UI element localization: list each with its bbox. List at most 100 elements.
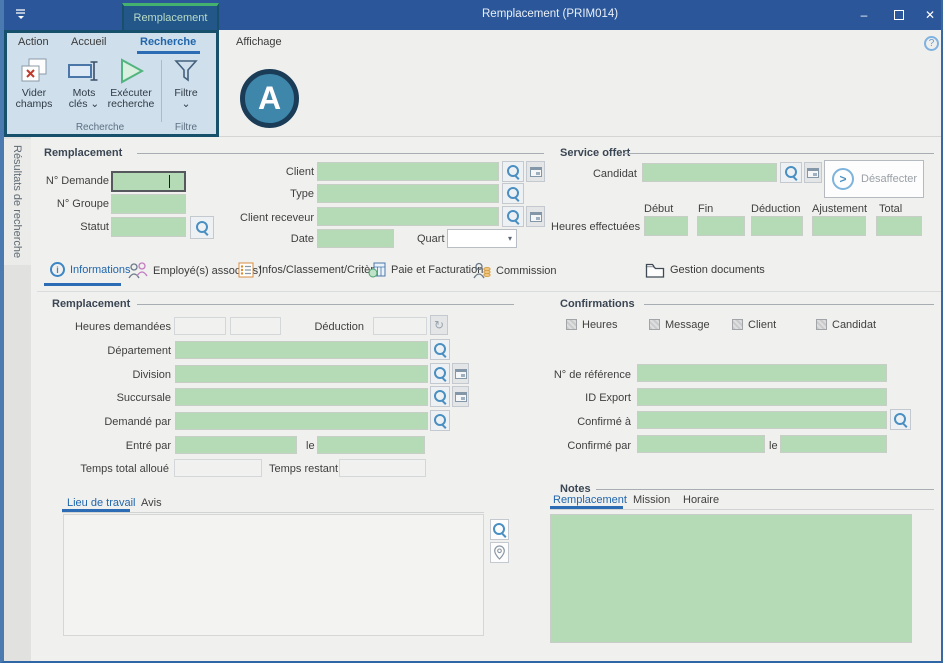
confirme-a-search-button[interactable] <box>890 409 911 430</box>
heures-checkbox-label: Heures <box>582 319 617 332</box>
ribbon-tab-recherche[interactable]: Recherche <box>140 36 196 48</box>
mots-cles-button[interactable]: Mots clés ⌄ <box>60 57 108 110</box>
demande-par-input[interactable] <box>175 412 428 430</box>
search-icon <box>195 220 210 235</box>
notes-textarea[interactable] <box>550 514 912 643</box>
type-search-button[interactable] <box>502 183 524 204</box>
message-checkbox[interactable] <box>649 319 660 330</box>
candidat-search-button[interactable] <box>780 162 802 183</box>
departement-search-button[interactable] <box>430 339 450 360</box>
entre-par-input[interactable] <box>175 436 297 454</box>
client-input[interactable] <box>317 162 499 181</box>
heures-checkbox[interactable] <box>566 319 577 330</box>
id-export-input[interactable] <box>637 388 887 406</box>
lieu-search-button[interactable] <box>490 519 509 540</box>
client-receveur-search-button[interactable] <box>502 206 524 227</box>
tab-avis[interactable]: Avis <box>141 497 162 509</box>
notes-tab-remplacement[interactable]: Remplacement <box>553 494 627 506</box>
tab-infos-label: Infos/Classement/Critères <box>259 264 386 276</box>
help-icon[interactable] <box>924 36 939 51</box>
tab-infos-classement[interactable]: Infos/Classement/Critères <box>238 262 386 278</box>
tab-informations[interactable]: Informations <box>50 262 131 277</box>
demande-par-search-button[interactable] <box>430 410 450 431</box>
ribbon-tab-accueil[interactable]: Accueil <box>71 36 106 48</box>
search-icon <box>784 165 799 180</box>
message-checkbox-label: Message <box>665 319 710 332</box>
quick-access-icon[interactable] <box>14 8 28 26</box>
statut-search-button[interactable] <box>190 216 214 239</box>
deduction-input[interactable] <box>373 317 427 335</box>
client-open-button[interactable] <box>526 161 545 182</box>
heures-demandees-input-1[interactable] <box>174 317 226 335</box>
confirme-le-label: le <box>769 440 778 453</box>
lieu-de-travail-panel[interactable] <box>63 514 484 636</box>
heures-total-input[interactable] <box>876 216 922 236</box>
mots-cles-label2: clés ⌄ <box>69 99 99 110</box>
deduction-refresh-button[interactable]: ↻ <box>430 315 448 335</box>
text-caret <box>169 175 170 188</box>
no-groupe-input[interactable] <box>111 194 186 214</box>
division-open-button[interactable] <box>452 363 469 384</box>
minimize-button[interactable]: – <box>849 0 879 30</box>
heures-fin-input[interactable] <box>697 216 745 236</box>
tab-paie-facturation[interactable]: Paie et Facturation <box>368 262 483 278</box>
candidat-checkbox[interactable] <box>816 319 827 330</box>
client-checkbox[interactable] <box>732 319 743 330</box>
temps-total-input[interactable] <box>174 459 262 477</box>
candidat-open-button[interactable] <box>804 162 822 183</box>
search-icon <box>506 186 521 201</box>
heures-deduction-input[interactable] <box>751 216 803 236</box>
succursale-open-button[interactable] <box>452 386 469 407</box>
results-sidebar[interactable]: Résultats de recherche <box>4 137 31 661</box>
maximize-button[interactable] <box>884 0 914 30</box>
maximize-icon <box>894 10 904 20</box>
ribbon-tab-action[interactable]: Action <box>18 36 49 48</box>
temps-restant-input[interactable] <box>339 459 426 477</box>
executer-recherche-button[interactable]: Exécuter recherche <box>104 57 158 110</box>
type-input[interactable] <box>317 184 499 203</box>
close-button[interactable]: ✕ <box>915 0 943 30</box>
confirme-par-input[interactable] <box>637 435 765 453</box>
tab-commission[interactable]: Commission <box>472 262 557 279</box>
id-export-label: ID Export <box>541 392 631 405</box>
temps-total-label: Temps total alloué <box>69 463 169 476</box>
statut-input[interactable] <box>111 217 186 237</box>
candidat-input[interactable] <box>642 163 777 182</box>
context-tab-remplacement[interactable]: Remplacement <box>122 3 219 30</box>
heures-ajustement-input[interactable] <box>812 216 866 236</box>
filtre-button[interactable]: Filtre ⌄ <box>164 57 208 110</box>
client-search-button[interactable] <box>502 161 524 182</box>
tab-lieu-de-travail[interactable]: Lieu de travail <box>67 497 136 509</box>
confirme-a-input[interactable] <box>637 411 887 429</box>
succursale-search-button[interactable] <box>430 386 450 407</box>
notes-tab-mission[interactable]: Mission <box>633 494 670 506</box>
lieu-map-button[interactable] <box>490 542 509 563</box>
col-fin-label: Fin <box>698 203 713 216</box>
vider-champs-button[interactable]: Vider champs <box>12 57 56 110</box>
entre-le-input[interactable] <box>317 436 425 454</box>
division-label: Division <box>91 369 171 382</box>
desaffecter-button[interactable]: > Désaffecter <box>824 160 924 198</box>
quart-dropdown[interactable]: ▾ <box>447 229 517 248</box>
notes-tab-horaire[interactable]: Horaire <box>683 494 719 506</box>
division-search-button[interactable] <box>430 363 450 384</box>
no-reference-input[interactable] <box>637 364 887 382</box>
heures-demandees-input-2[interactable] <box>230 317 281 335</box>
succursale-input[interactable] <box>175 388 428 406</box>
client-receveur-input[interactable] <box>317 207 499 226</box>
open-record-icon <box>807 168 819 178</box>
confirme-le-input[interactable] <box>780 435 887 453</box>
search-icon <box>433 342 448 357</box>
ribbon-tab-affichage[interactable]: Affichage <box>236 36 282 48</box>
division-input[interactable] <box>175 365 428 383</box>
departement-input[interactable] <box>175 341 428 359</box>
no-demande-input[interactable] <box>111 171 186 192</box>
refresh-icon: ↻ <box>434 318 444 332</box>
client-receveur-open-button[interactable] <box>526 206 545 227</box>
heures-debut-input[interactable] <box>644 216 688 236</box>
filtre-label2: ⌄ <box>182 99 191 110</box>
candidat-checkbox-label: Candidat <box>832 319 876 332</box>
tab-gestion-documents[interactable]: Gestion documents <box>645 262 765 278</box>
search-section-rule <box>137 153 544 154</box>
date-input[interactable] <box>317 229 394 248</box>
